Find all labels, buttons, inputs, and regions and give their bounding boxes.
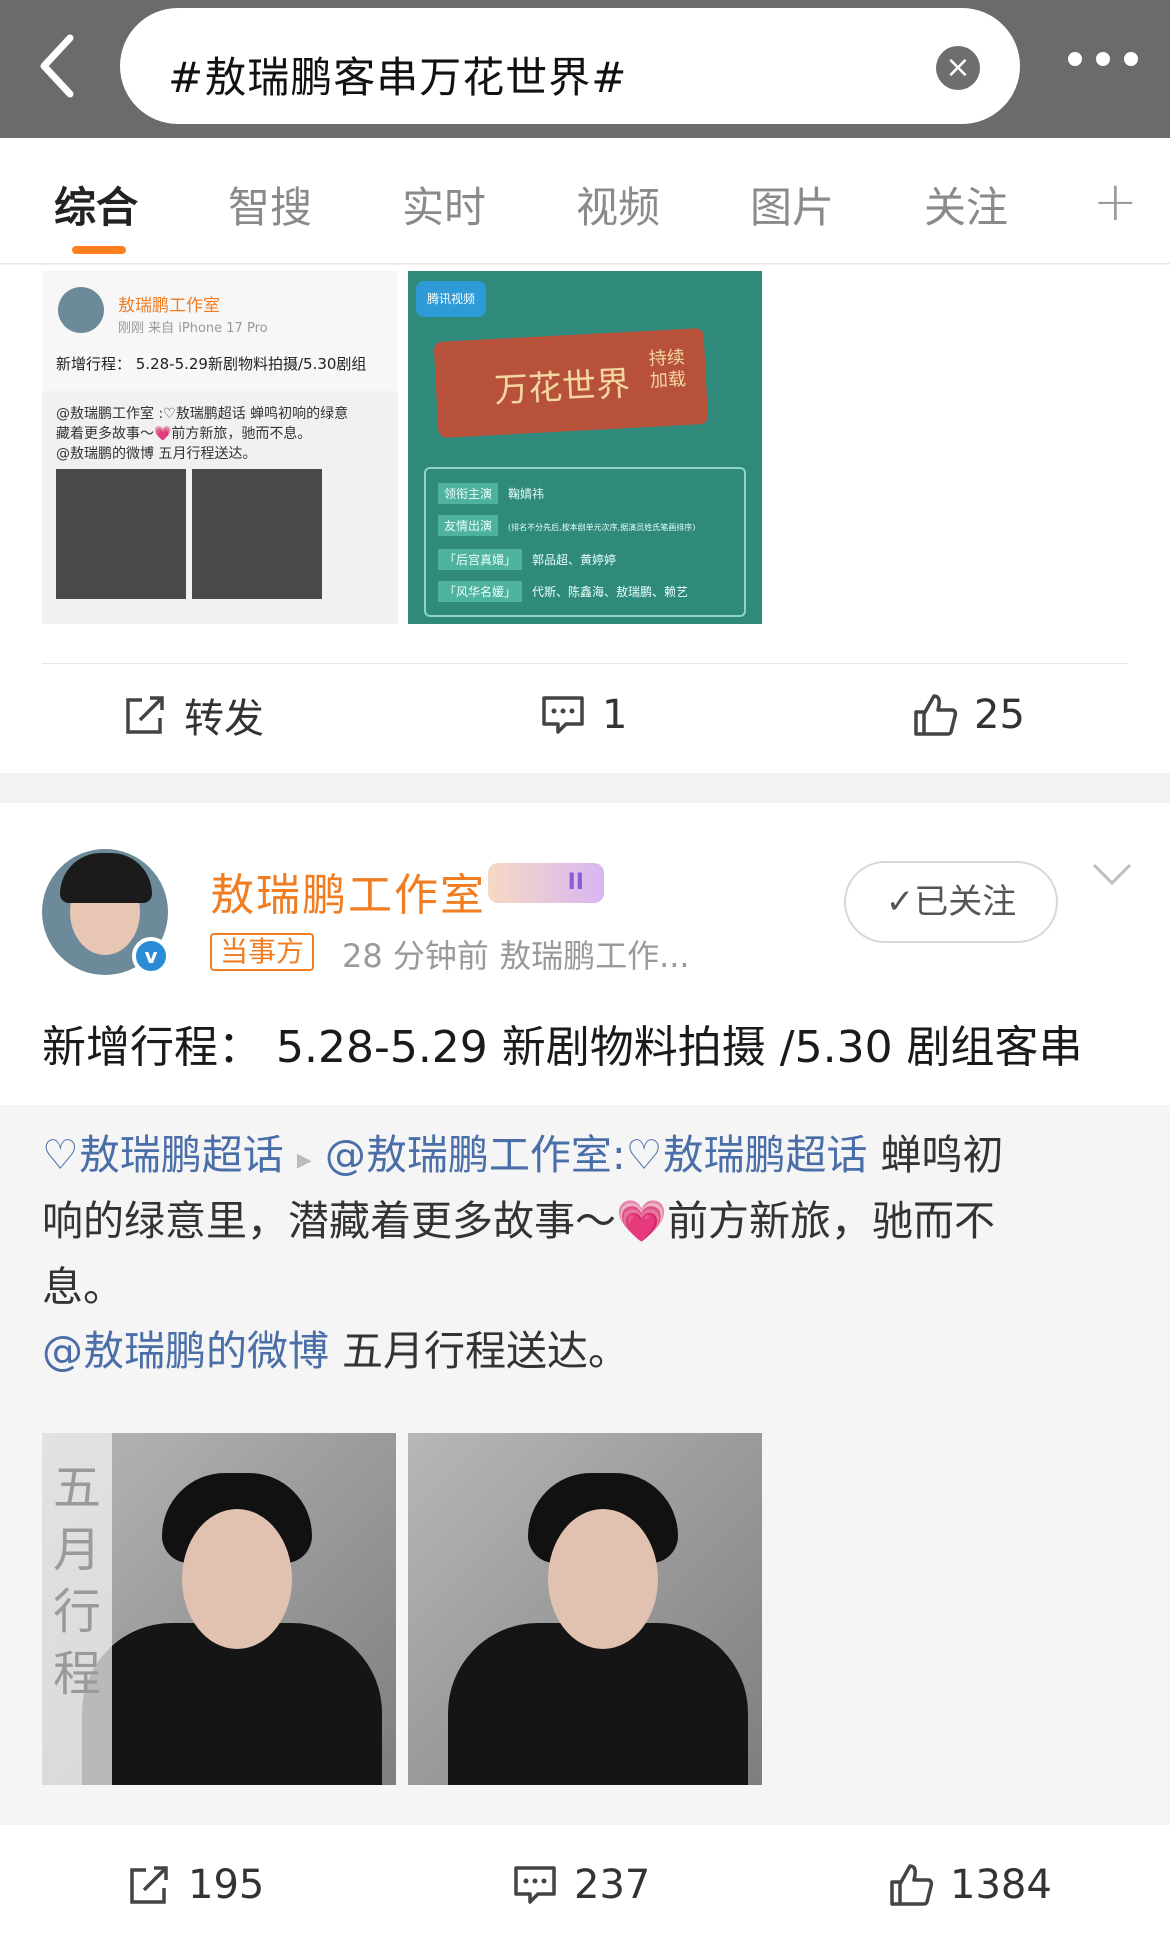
like-button[interactable]: 25: [912, 665, 1025, 765]
mention-link[interactable]: @敖瑞鹏的微博: [42, 1327, 329, 1375]
cast-row: 「风华名媛」 代斯、陈鑫海、敖瑞鹏、赖艺: [438, 581, 688, 602]
action-bar: 转发 1 25: [0, 665, 1170, 765]
mini-repost: @敖瑞鹏工作室 :♡敖瑞鹏超话 蝉鸣初响的绿意 藏着更多故事～💗前方新旅，驰而不…: [42, 391, 398, 624]
comment-button[interactable]: 1: [540, 665, 627, 765]
repost-icon: [130, 1866, 168, 1904]
follow-button[interactable]: ✓已关注: [844, 861, 1058, 943]
like-count: 25: [974, 692, 1025, 738]
post-text: 新增行程： 5.28-5.29 新剧物料拍摄 /5.30 剧组客串: [42, 1022, 1083, 1073]
mini-photo: [192, 469, 322, 599]
author-name[interactable]: 敖瑞鹏工作室: [210, 859, 486, 923]
back-icon[interactable]: [30, 28, 86, 104]
mini-repost-line: @敖瑞鹏的微博 五月行程送达。: [56, 446, 257, 462]
more-icon[interactable]: [1068, 52, 1138, 72]
mini-photo: [56, 469, 186, 599]
follow-label: 已关注: [914, 882, 1017, 922]
divider: [42, 663, 1128, 664]
repost-label: 转发: [184, 696, 264, 742]
chevron-down-icon[interactable]: [1090, 859, 1134, 889]
repost-button[interactable]: 转发: [122, 665, 264, 765]
poster-title: 万花世界: [493, 363, 632, 411]
add-tab-icon[interactable]: +: [1093, 170, 1138, 233]
verified-icon: v: [132, 937, 170, 975]
mention-link[interactable]: @敖瑞鹏工作室:: [325, 1131, 626, 1179]
post-card: 敖瑞鹏工作室 刚刚 来自 iPhone 17 Pro 新增行程： 5.28-5.…: [0, 265, 1170, 773]
mini-repost-line: 藏着更多故事～💗前方新旅，驰而不息。: [56, 426, 312, 442]
comment-icon: [514, 1866, 556, 1904]
like-button[interactable]: 1384: [888, 1835, 1052, 1935]
tab-realtime[interactable]: 实时: [402, 174, 486, 235]
repost-button[interactable]: 195: [126, 1835, 264, 1935]
search-input[interactable]: #敖瑞鹏客串万花世界# ×: [120, 8, 1020, 124]
comment-count: 237: [574, 1862, 651, 1908]
cast-row: 「后宫真嬛」 郭品超、黄婷婷: [438, 549, 616, 570]
post-card: v 敖瑞鹏工作室 II 当事方 28 分钟前 敖瑞鹏工作... ✓已关注 新增行…: [0, 803, 1170, 1949]
tab-video[interactable]: 视频: [576, 174, 660, 235]
clear-icon[interactable]: ×: [936, 46, 980, 90]
cast-panel: 领衔主演 鞠婧祎 友情出演 (排名不分先后,按本剧单元次序,据演员姓氏笔画排序) 「…: [424, 467, 746, 617]
heart-emoji: 💗: [616, 1197, 668, 1245]
post-image-screenshot[interactable]: 敖瑞鹏工作室 刚刚 来自 iPhone 17 Pro 新增行程： 5.28-5.…: [42, 271, 398, 624]
tab-smart-search[interactable]: 智搜: [228, 174, 312, 235]
post-photo[interactable]: 五月行程: [42, 1433, 396, 1785]
topic-link[interactable]: ♡敖瑞鹏超话: [626, 1131, 868, 1179]
like-icon: [890, 1864, 934, 1906]
photo-caption-strip: 五月行程: [42, 1433, 112, 1785]
comment-button[interactable]: 237: [512, 1835, 650, 1935]
mini-author: 敖瑞鹏工作室: [118, 296, 220, 316]
poster-banner: 万花世界 持续加载: [433, 328, 709, 438]
tencent-video-logo: 腾讯视频: [416, 281, 486, 317]
tab-comprehensive[interactable]: 综合: [54, 174, 138, 235]
avatar: [58, 287, 104, 333]
cast-row: 友情出演 (排名不分先后,按本剧单元次序,据演员姓氏笔画排序): [438, 515, 695, 536]
tab-bar: 综合 智搜 实时 视频 图片 关注 +: [0, 138, 1170, 264]
mini-text: 新增行程： 5.28-5.29新剧物料拍摄/5.30剧组: [56, 355, 367, 373]
repost-icon: [126, 696, 164, 734]
photo-caption: 五月行程: [52, 1460, 101, 1702]
mini-meta: 刚刚 来自 iPhone 17 Pro: [118, 321, 268, 336]
post-meta: 28 分钟前 敖瑞鹏工作...: [342, 937, 690, 975]
role-badge: 当事方: [210, 933, 315, 971]
top-bar: #敖瑞鹏客串万花世界# ×: [0, 0, 1170, 138]
avatar-hair: [60, 853, 152, 903]
repost-line: ♡敖瑞鹏超话 ▸ @敖瑞鹏工作室:♡敖瑞鹏超话 蝉鸣初: [42, 1131, 1004, 1179]
repost-block[interactable]: ♡敖瑞鹏超话 ▸ @敖瑞鹏工作室:♡敖瑞鹏超话 蝉鸣初 响的绿意里，潜藏着更多故…: [0, 1105, 1170, 1825]
comment-icon: [542, 696, 584, 734]
member-badge: II: [488, 863, 604, 903]
repost-line: 响的绿意里，潜藏着更多故事～💗前方新旅，驰而不: [42, 1197, 996, 1245]
active-tab-indicator: [72, 246, 126, 254]
cast-row: 领衔主演 鞠婧祎: [438, 483, 544, 504]
repost-count: 195: [188, 1862, 265, 1908]
mini-repost-line: @敖瑞鹏工作室 :♡敖瑞鹏超话 蝉鸣初响的绿意: [56, 406, 349, 422]
topic-link[interactable]: ♡敖瑞鹏超话: [42, 1131, 284, 1179]
repost-line: 息。: [42, 1263, 124, 1311]
search-query: #敖瑞鹏客串万花世界#: [168, 53, 628, 102]
post-image-poster[interactable]: 腾讯视频 万花世界 持续加载 领衔主演 鞠婧祎 友情出演 (排名不分先后,按本剧单元…: [408, 271, 762, 624]
comment-count: 1: [602, 692, 628, 738]
post-photo[interactable]: [408, 1433, 762, 1785]
tab-following[interactable]: 关注: [924, 174, 1008, 235]
repost-line: @敖瑞鹏的微博 五月行程送达。: [42, 1327, 630, 1375]
like-icon: [914, 694, 958, 736]
like-count: 1384: [950, 1862, 1052, 1908]
tab-images[interactable]: 图片: [750, 174, 834, 235]
poster-subtitle: 持续加载: [648, 347, 687, 392]
action-bar: 195 237 1384: [0, 1835, 1170, 1935]
